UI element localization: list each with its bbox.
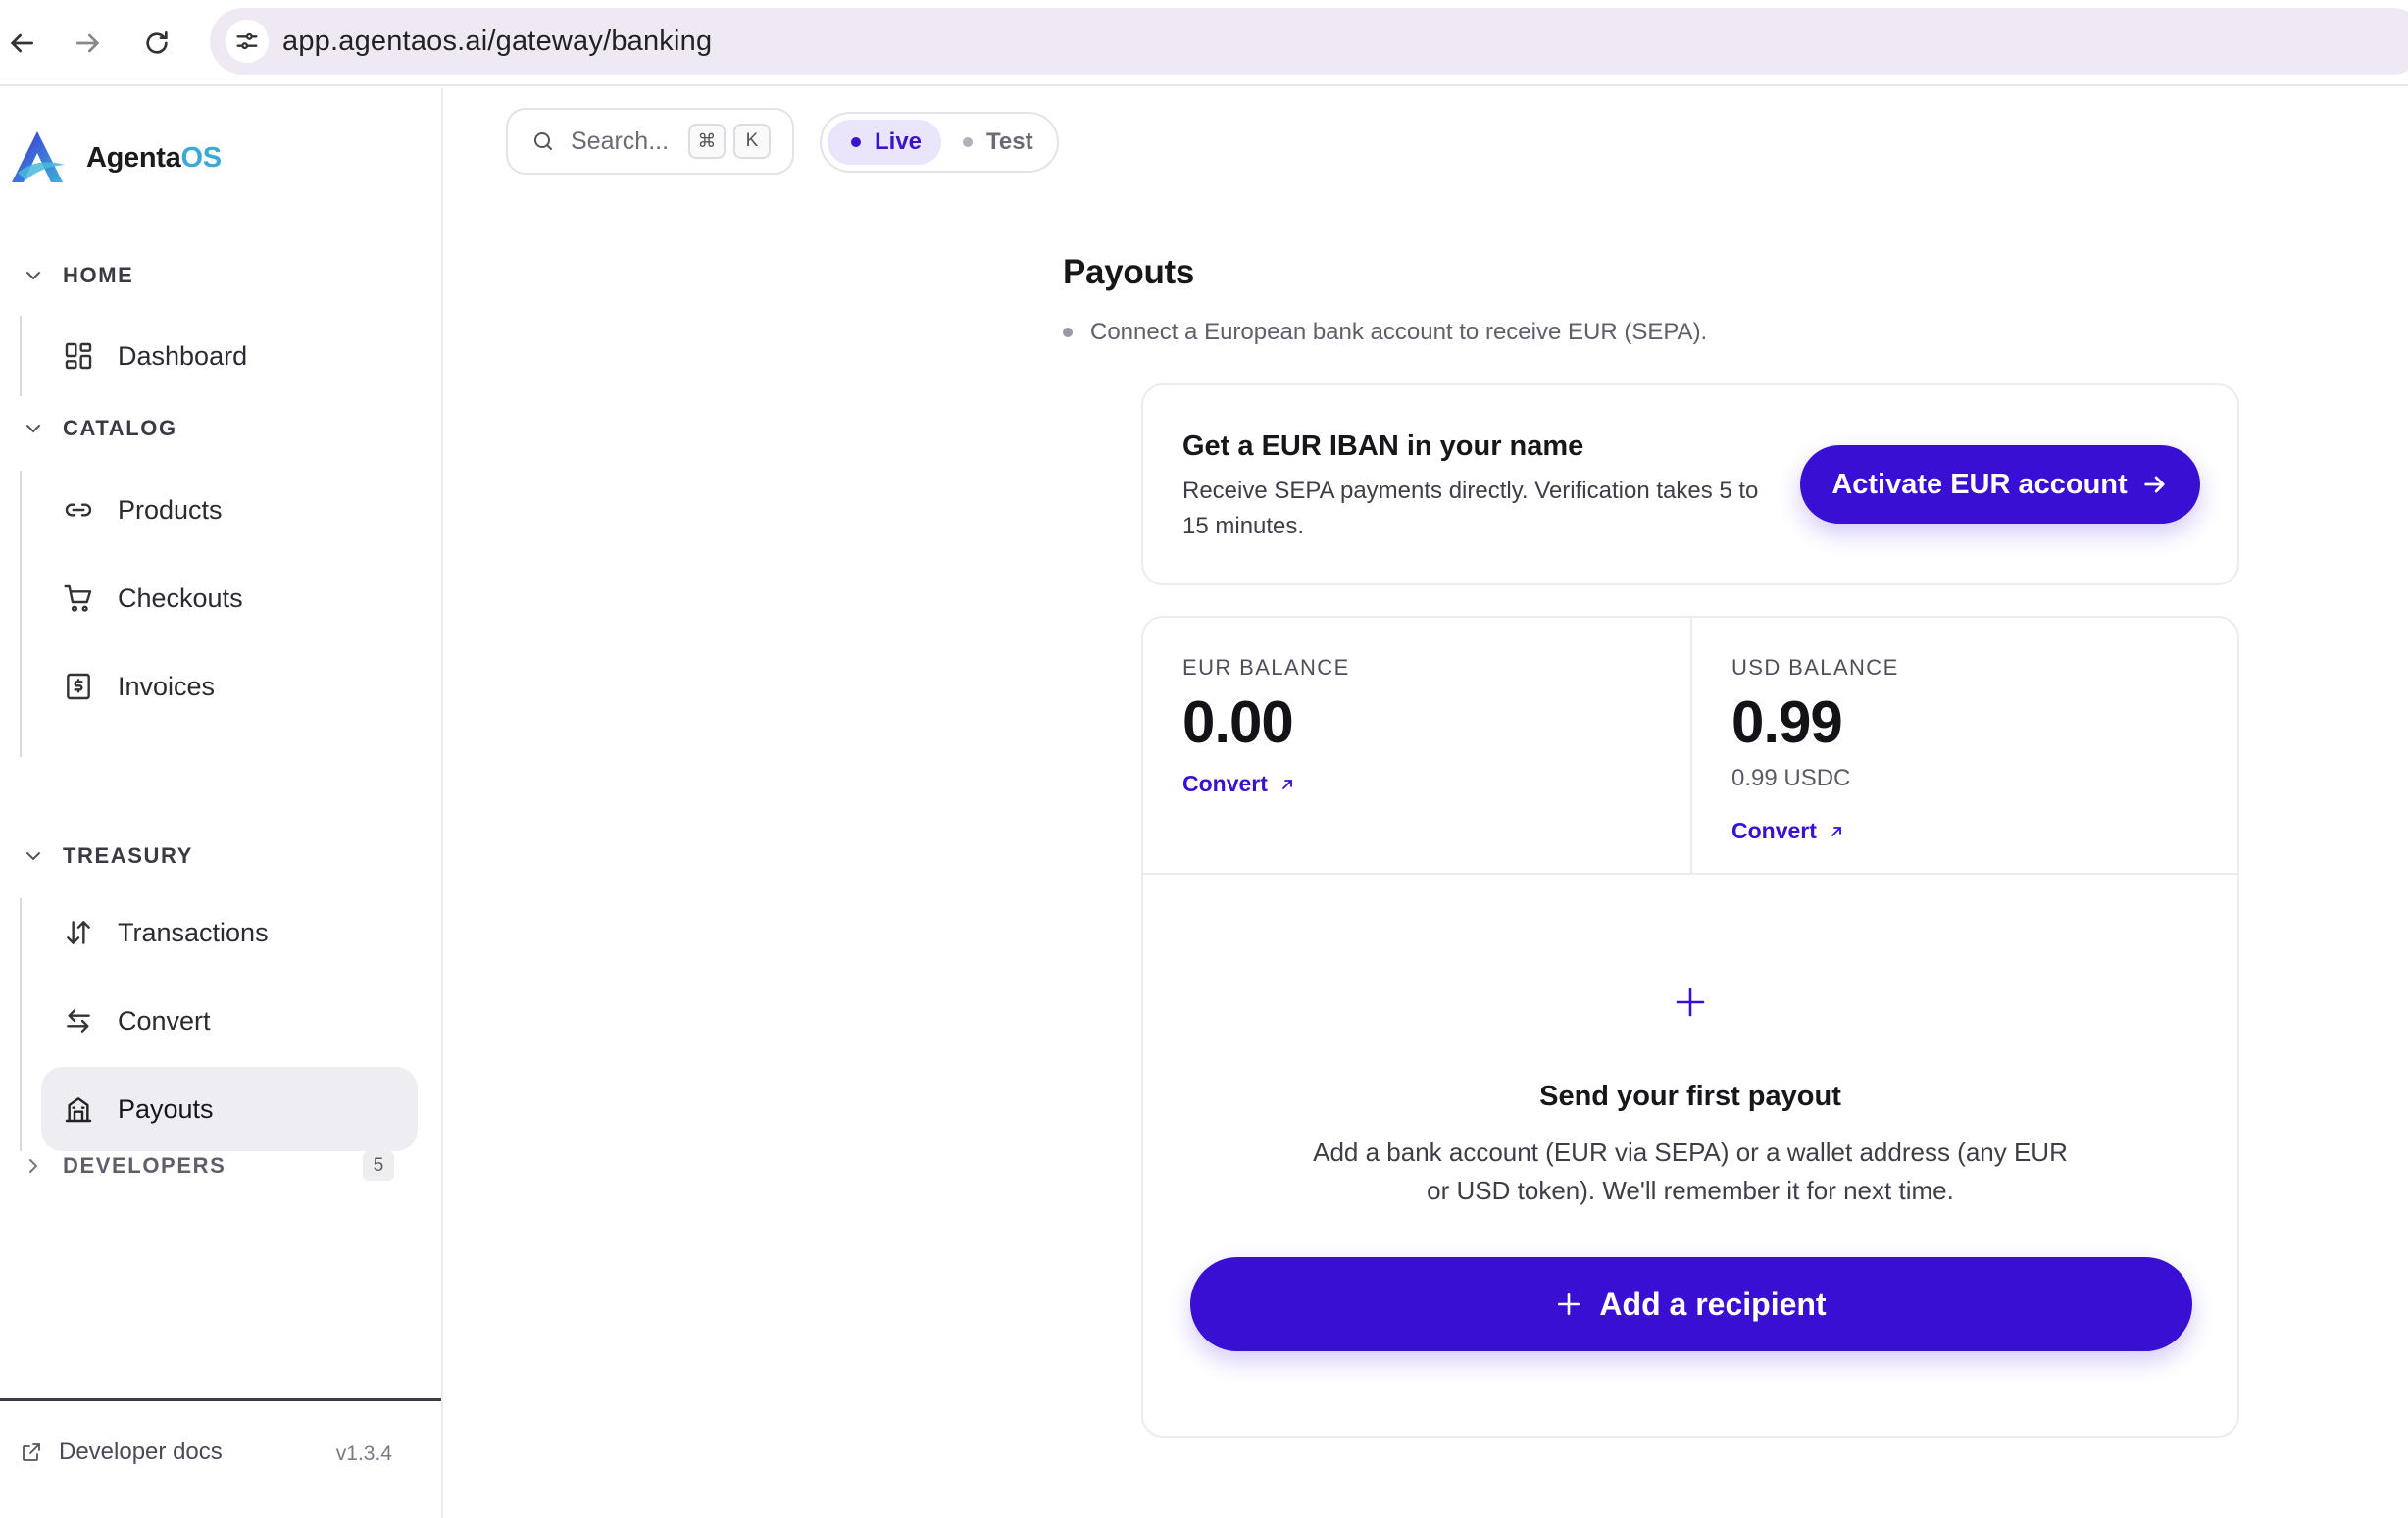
empty-state-title: Send your first payout [1539, 1081, 1841, 1112]
reload-icon [146, 31, 168, 54]
sidebar-item-invoices[interactable]: Invoices [41, 644, 418, 729]
section-catalog[interactable]: CATALOG [24, 412, 177, 445]
arrows-updown-icon [67, 921, 90, 944]
sidebar-item-checkouts[interactable]: Checkouts [41, 556, 418, 640]
arrow-left-icon [10, 33, 33, 53]
chevron-down-icon [26, 272, 40, 280]
sidebar-item-payouts[interactable]: Payouts [41, 1067, 418, 1151]
bank-icon [65, 1097, 92, 1123]
usd-balance-label: USD BALANCE [1731, 655, 1899, 680]
divider [1143, 873, 2237, 875]
arrow-right-icon [2143, 476, 2165, 493]
usd-convert-link[interactable]: Convert [1731, 818, 1844, 844]
tune-icon [236, 32, 258, 50]
section-developers[interactable]: DEVELOPERS [24, 1149, 226, 1183]
browser-toolbar: app.agentaos.ai/gateway/banking [0, 0, 2408, 86]
eur-balance-amount: 0.00 [1182, 689, 1294, 755]
link-icon [65, 503, 92, 517]
chevron-down-icon [26, 852, 40, 861]
usd-token-amount: 0.99 USDC [1731, 765, 1851, 791]
app-version: v1.3.4 [335, 1442, 392, 1465]
usd-balance-amount: 0.99 [1731, 689, 1843, 755]
balances-card: EUR BALANCE 0.00 Convert USD BALANCE 0.9… [1141, 616, 2239, 1438]
sidebar-item-products[interactable]: Products [41, 468, 418, 552]
section-line [20, 471, 22, 757]
eur-balance-label: EUR BALANCE [1182, 655, 1350, 680]
activate-eur-account-button[interactable]: Activate EUR account [1800, 445, 2200, 524]
chevron-down-icon [26, 425, 40, 433]
mode-live-option[interactable]: Live [828, 120, 941, 165]
sidebar-item-dashboard[interactable]: Dashboard [41, 314, 418, 398]
section-treasury[interactable]: TREASURY [24, 839, 193, 873]
page-title: Payouts [1063, 253, 1195, 291]
external-link-icon [23, 1443, 40, 1461]
agentaos-logo-icon [12, 131, 65, 182]
plus-icon [1676, 987, 1705, 1017]
invoice-icon [67, 673, 90, 700]
section-line [20, 316, 22, 396]
sidebar-footer: Developer docs v1.3.4 [0, 1398, 441, 1518]
url-text[interactable]: app.agentaos.ai/gateway/banking [282, 25, 712, 58]
bullet-icon [1063, 328, 1073, 337]
usd-balance-panel: USD BALANCE 0.99 0.99 USDC Convert [1692, 618, 2239, 873]
live-dot-icon [851, 137, 861, 147]
section-home[interactable]: HOME [24, 259, 133, 292]
empty-state-description: Add a bank account (EUR via SEPA) or a w… [1313, 1138, 2068, 1205]
iban-card-title: Get a EUR IBAN in your name [1182, 430, 1584, 462]
brand-name: AgentaOS [86, 141, 222, 174]
reload-button[interactable] [135, 22, 178, 65]
brand-logo[interactable]: AgentaOS [6, 127, 222, 188]
cart-icon [64, 584, 92, 612]
add-recipient-button[interactable]: Add a recipient [1190, 1257, 2192, 1351]
search-box[interactable]: ⌘ K [506, 108, 794, 175]
arrow-up-right-icon [1282, 779, 1292, 789]
shortcut-key-cmd: ⌘ [688, 124, 726, 159]
address-bar[interactable]: app.agentaos.ai/gateway/banking [210, 8, 2408, 75]
search-input[interactable] [571, 126, 680, 156]
back-button[interactable] [0, 22, 43, 65]
sidebar-item-transactions[interactable]: Transactions [41, 890, 418, 975]
eur-convert-link[interactable]: Convert [1182, 771, 1295, 797]
eur-balance-panel: EUR BALANCE 0.00 Convert [1143, 618, 1692, 873]
mode-test-option[interactable]: Test [959, 120, 1053, 165]
chevron-right-icon [29, 1159, 38, 1173]
arrow-up-right-icon [1831, 826, 1841, 836]
developers-count-badge: 5 [363, 1151, 394, 1181]
shortcut-key-k: K [733, 124, 771, 159]
eur-iban-card: Get a EUR IBAN in your name Receive SEPA… [1141, 383, 2239, 585]
dashboard-icon [65, 342, 92, 370]
sidebar: AgentaOS HOME Dashboard CATALOG Products… [0, 88, 443, 1518]
arrow-right-icon [76, 33, 100, 53]
page-subtitle: Connect a European bank account to recei… [1063, 319, 1707, 346]
site-settings-button[interactable] [226, 20, 269, 63]
test-dot-icon [963, 137, 973, 147]
sidebar-item-convert[interactable]: Convert [41, 979, 418, 1063]
section-line [20, 898, 22, 1151]
plus-icon [1558, 1292, 1580, 1316]
swap-icon [67, 1009, 90, 1033]
developer-docs-link[interactable]: Developer docs [20, 1439, 223, 1466]
search-icon [534, 132, 552, 150]
iban-card-description: Receive SEPA payments directly. Verifica… [1182, 478, 1759, 539]
mode-toggle: Live Test [820, 112, 1059, 173]
forward-button[interactable] [67, 22, 110, 65]
